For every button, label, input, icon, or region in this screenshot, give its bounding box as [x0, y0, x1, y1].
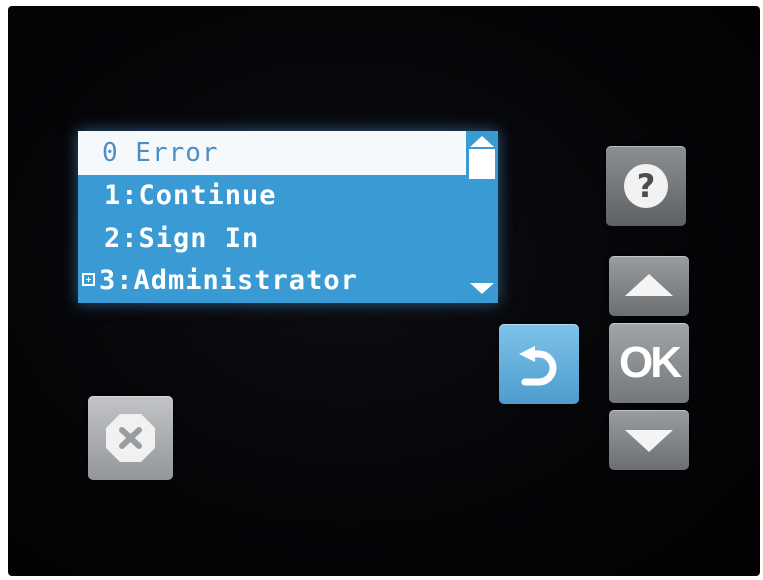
expand-icon — [82, 273, 95, 286]
menu-item-label: 2:Sign In — [104, 223, 260, 254]
menu-item-continue[interactable]: 1:Continue — [104, 176, 277, 216]
down-arrow-button[interactable] — [609, 410, 689, 470]
up-arrow-button[interactable] — [609, 256, 689, 316]
screen-title: 0 Error — [78, 131, 466, 175]
lcd-screen: 0 Error 1:Continue 2:Sign In 3:Administr… — [78, 131, 498, 303]
up-arrow-icon — [625, 274, 673, 296]
menu-item-sign-in[interactable]: 2:Sign In — [104, 219, 259, 259]
scroll-up-icon[interactable] — [470, 136, 494, 147]
scroll-down-icon[interactable] — [470, 283, 494, 294]
scrollbar[interactable] — [466, 131, 498, 303]
menu-item-label: 1:Continue — [104, 180, 277, 211]
ok-label: OK — [619, 338, 682, 387]
back-arrow-icon — [519, 346, 557, 386]
scroll-thumb[interactable] — [469, 149, 495, 179]
cancel-button[interactable] — [88, 396, 173, 480]
help-button[interactable]: ? — [606, 146, 686, 226]
device-photo: 0 Error 1:Continue 2:Sign In 3:Administr… — [0, 0, 763, 580]
menu-item-administrator[interactable]: 3:Administrator — [82, 261, 358, 301]
question-icon: ? — [624, 164, 668, 208]
back-button[interactable] — [499, 324, 579, 404]
down-arrow-icon — [625, 430, 673, 452]
cancel-x-icon — [106, 414, 155, 462]
ok-button[interactable]: OK — [609, 323, 689, 403]
menu-item-label: 3:Administrator — [99, 265, 358, 296]
